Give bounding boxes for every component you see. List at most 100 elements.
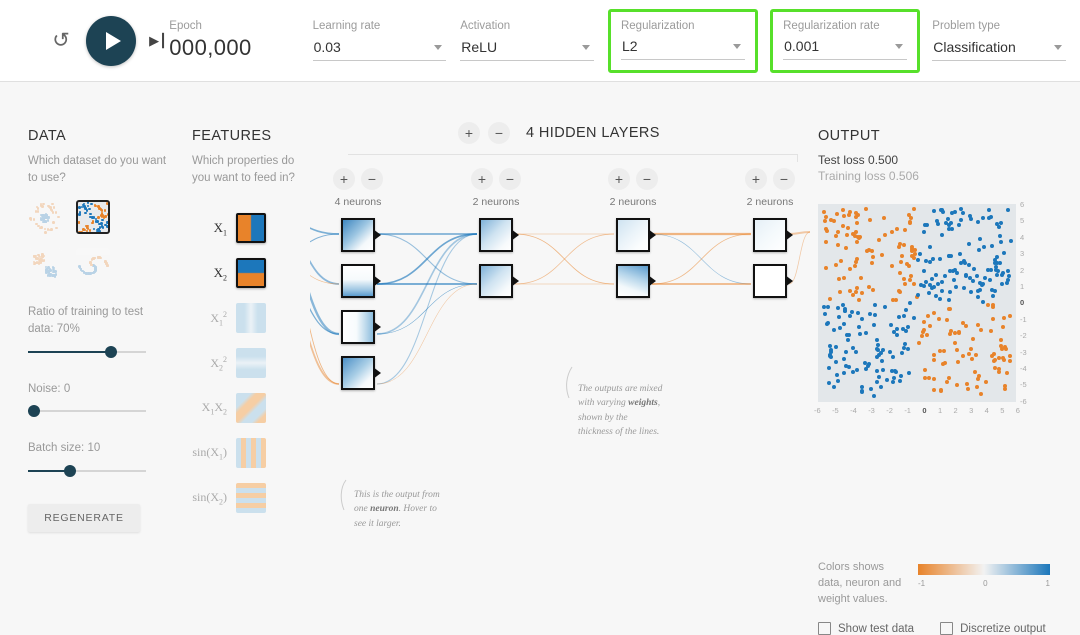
data-point: [978, 328, 983, 333]
play-button[interactable]: [86, 15, 136, 66]
remove-neuron-button-layer-1[interactable]: −: [361, 168, 383, 190]
remove-neuron-button-layer-3[interactable]: −: [636, 168, 658, 190]
neuron-l3-n2[interactable]: [616, 264, 656, 298]
reset-icon[interactable]: ↺: [48, 28, 74, 54]
neuron-l2-n1[interactable]: [479, 218, 519, 252]
feature-row-X2[interactable]: X2: [192, 257, 304, 289]
feature-row-X2sq[interactable]: X22: [192, 347, 304, 379]
colorbar-description: Colors shows data, neuron and weight val…: [818, 561, 902, 605]
output-heatmap[interactable]: [818, 204, 1016, 402]
dataset-thumb-dot: [89, 215, 92, 219]
data-point: [976, 288, 981, 293]
show-test-data-checkbox[interactable]: Show test data: [818, 622, 914, 635]
add-layer-button[interactable]: +: [458, 122, 480, 144]
data-point: [947, 290, 952, 295]
dataset-thumb-dot: [41, 254, 44, 257]
data-point: [905, 347, 910, 352]
remove-neuron-button-layer-2[interactable]: −: [499, 168, 521, 190]
data-point: [990, 243, 995, 248]
data-point: [885, 377, 890, 382]
neuron-l2-n2[interactable]: [479, 264, 519, 298]
neuron-l4-n2[interactable]: [753, 264, 793, 298]
neuron-l3-n1[interactable]: [616, 218, 656, 252]
data-point: [1006, 277, 1011, 282]
data-point: [899, 260, 904, 265]
data-point: [844, 349, 849, 354]
feature-row-sinX1[interactable]: sin(X1): [192, 437, 304, 469]
feature-row-X1X2[interactable]: X1X2: [192, 392, 304, 424]
data-point: [956, 360, 961, 365]
dataset-circle[interactable]: [28, 200, 62, 235]
discretize-output-checkbox[interactable]: Discretize output: [940, 622, 1046, 635]
add-neuron-button-layer-1[interactable]: +: [333, 168, 355, 190]
learning-rate-select[interactable]: 0.03: [312, 36, 447, 61]
problem-type-label: Problem type: [932, 20, 1001, 32]
feature-label-sinX2: sin(X2): [192, 490, 227, 507]
batch-label: Batch size: 10: [28, 440, 168, 457]
remove-neuron-button-layer-4[interactable]: −: [773, 168, 795, 190]
y-tick: -2: [1020, 331, 1027, 341]
regularization-select[interactable]: L2: [620, 35, 746, 60]
data-point: [975, 384, 980, 389]
data-point: [973, 370, 978, 375]
data-point: [881, 215, 886, 220]
add-neuron-button-layer-4[interactable]: +: [745, 168, 767, 190]
data-point: [975, 220, 980, 225]
data-point: [993, 358, 998, 363]
data-point: [917, 340, 922, 345]
dataset-grid: [28, 200, 168, 283]
y-tick: -3: [1020, 347, 1027, 357]
ratio-slider[interactable]: [28, 345, 146, 359]
problem-type-select[interactable]: Classification: [932, 36, 1066, 61]
data-point: [869, 261, 874, 266]
x-tick: 2: [953, 406, 958, 415]
data-point: [978, 391, 983, 396]
dataset-exclusive-or[interactable]: [76, 200, 110, 235]
neuron-l1-n3[interactable]: [341, 310, 381, 344]
hidden-layer-4: + − 2 neurons: [742, 168, 798, 310]
data-point: [967, 263, 972, 268]
dataset-thumb-dot: [43, 227, 47, 230]
data-point: [848, 288, 853, 293]
slider-knob[interactable]: [28, 405, 40, 418]
data-point: [902, 314, 907, 319]
data-point: [941, 210, 946, 215]
slider-knob[interactable]: [64, 465, 76, 478]
slider-knob[interactable]: [105, 345, 117, 358]
neuron-l4-n1[interactable]: [753, 218, 793, 252]
noise-slider[interactable]: [28, 404, 146, 418]
data-point: [1005, 370, 1010, 375]
output-heatmap-wrap: 6 5 4 3 2 1 0 -1 -2 -3 -4 -5 -6 -6 -5 -4 -3 -2 -1 0 1 2 3 4 5 6: [814, 200, 1027, 415]
data-point: [900, 254, 905, 259]
hidden-layers-header: + − 4 HIDDEN LAYERS: [458, 122, 660, 144]
regenerate-button[interactable]: REGENERATE: [28, 504, 140, 533]
data-point: [916, 293, 920, 298]
layers-count-value: 4: [526, 125, 535, 141]
neuron-l1-n2[interactable]: [341, 264, 381, 298]
data-point: [879, 253, 884, 258]
add-neuron-button-layer-3[interactable]: +: [608, 168, 630, 190]
add-neuron-button-layer-2[interactable]: +: [471, 168, 493, 190]
data-point: [990, 317, 995, 322]
dataset-gaussian[interactable]: [28, 248, 62, 283]
playback-controls: ↺ ▶┃: [0, 15, 169, 66]
dataset-spiral[interactable]: [76, 248, 110, 283]
data-point: [1004, 347, 1009, 352]
feature-row-X1[interactable]: X1: [192, 212, 304, 244]
neuron-output-connector: [511, 229, 519, 241]
feature-row-sinX2[interactable]: sin(X2): [192, 482, 304, 514]
dataset-thumb-dot: [51, 211, 55, 214]
feature-row-X1sq[interactable]: X12: [192, 302, 304, 334]
data-point: [904, 329, 909, 334]
neuron-l1-n1[interactable]: [341, 218, 381, 252]
remove-layer-button[interactable]: −: [488, 122, 510, 144]
data-point: [860, 290, 865, 295]
step-forward-icon[interactable]: ▶┃: [148, 31, 168, 51]
activation-select[interactable]: ReLU: [460, 36, 594, 61]
regularization-rate-select[interactable]: 0.001: [783, 35, 908, 60]
data-panel-title: DATA: [28, 128, 67, 144]
batch-slider[interactable]: [28, 464, 146, 478]
neuron-l1-n4[interactable]: [341, 356, 381, 390]
network-edge: [376, 233, 478, 385]
data-point: [989, 353, 994, 358]
